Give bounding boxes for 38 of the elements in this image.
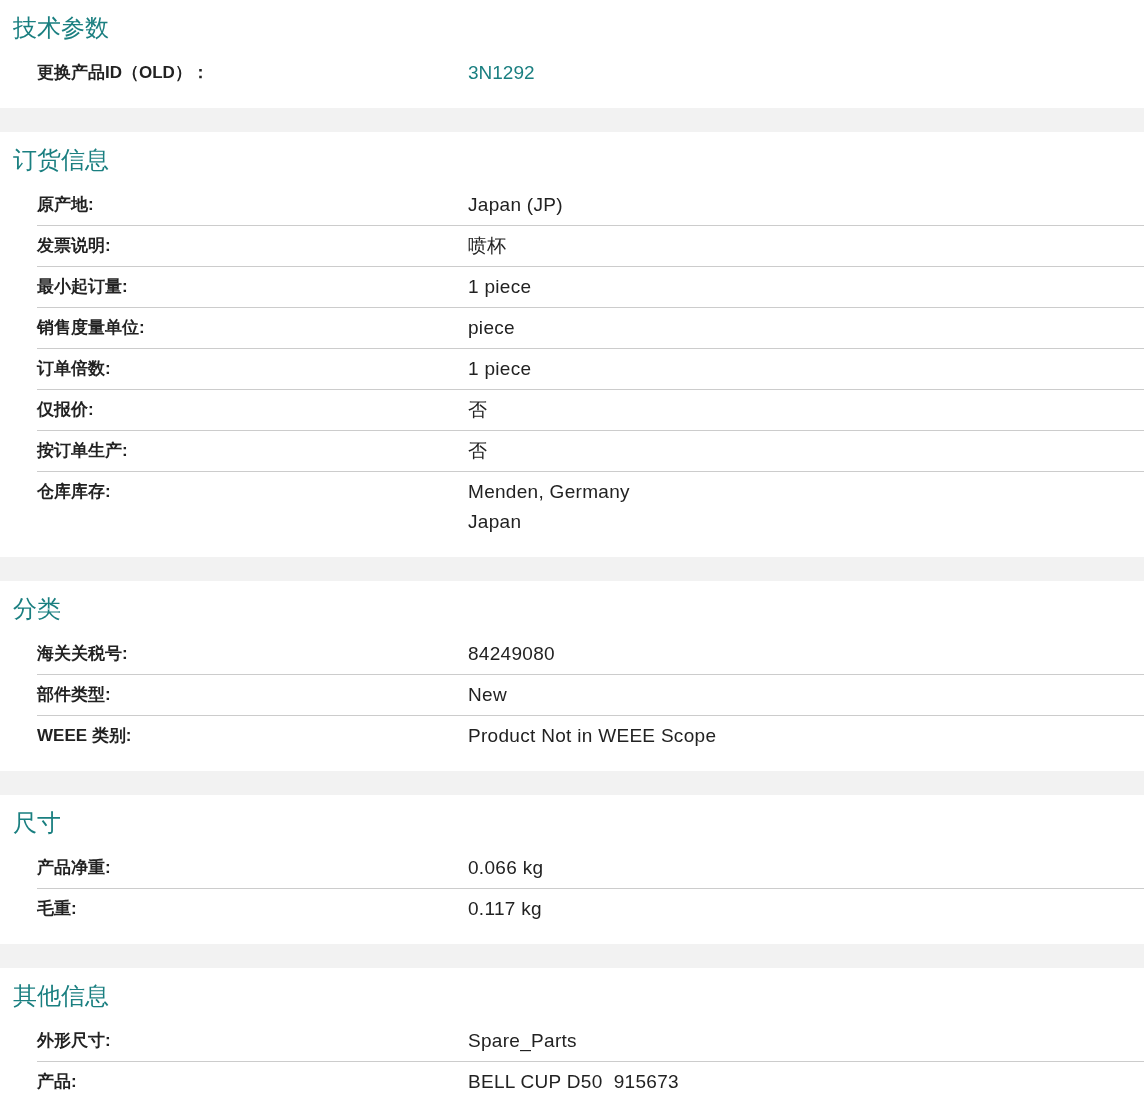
field-label: 更换产品ID（OLD）： bbox=[37, 62, 209, 84]
section-title: 技术参数 bbox=[12, 13, 110, 43]
field-value: 84249080 bbox=[468, 642, 555, 666]
field-label: 部件类型: bbox=[37, 684, 111, 706]
field-value: Japan bbox=[468, 510, 522, 534]
field-label: WEEE 类别: bbox=[37, 725, 132, 747]
field-label: 原产地: bbox=[37, 194, 94, 216]
section-title: 分类 bbox=[12, 594, 62, 624]
field-value: Product Not in WEEE Scope bbox=[468, 724, 717, 748]
field-label: 外形尺寸: bbox=[37, 1030, 111, 1052]
field-label: 发票说明: bbox=[37, 235, 111, 257]
value-link[interactable]: 3N1292 bbox=[468, 58, 535, 88]
field-value: piece bbox=[468, 316, 515, 340]
field-value: 0.066 kg bbox=[468, 856, 544, 880]
field-label: 海关关税号: bbox=[37, 643, 128, 665]
field-value: 否 bbox=[468, 439, 488, 463]
field-value: Menden, Germany bbox=[468, 480, 630, 504]
field-label: 产品: bbox=[37, 1071, 77, 1093]
field-label: 毛重: bbox=[37, 898, 77, 920]
section-title: 订货信息 bbox=[12, 145, 110, 175]
field-label: 仓库库存: bbox=[37, 481, 111, 503]
field-value: New bbox=[468, 683, 507, 707]
section-title: 尺寸 bbox=[12, 808, 62, 838]
field-label: 销售度量单位: bbox=[37, 317, 145, 339]
field-label: 订单倍数: bbox=[37, 358, 111, 380]
field-value: 1 piece bbox=[468, 275, 532, 299]
field-value: 否 bbox=[468, 398, 488, 422]
field-label: 产品净重: bbox=[37, 857, 111, 879]
field-value: BELL CUP D50 915673 bbox=[468, 1070, 679, 1094]
field-value: Spare_Parts bbox=[468, 1029, 577, 1054]
field-value: Japan (JP) bbox=[468, 193, 563, 217]
field-label: 仅报价: bbox=[37, 399, 94, 421]
field-label: 按订单生产: bbox=[37, 440, 128, 462]
field-value: 0.117 kg bbox=[468, 897, 542, 921]
section-title: 其他信息 bbox=[12, 981, 110, 1011]
field-label: 最小起订量: bbox=[37, 276, 128, 298]
field-value: 喷杯 bbox=[468, 234, 507, 258]
field-value: 1 piece bbox=[468, 357, 532, 381]
